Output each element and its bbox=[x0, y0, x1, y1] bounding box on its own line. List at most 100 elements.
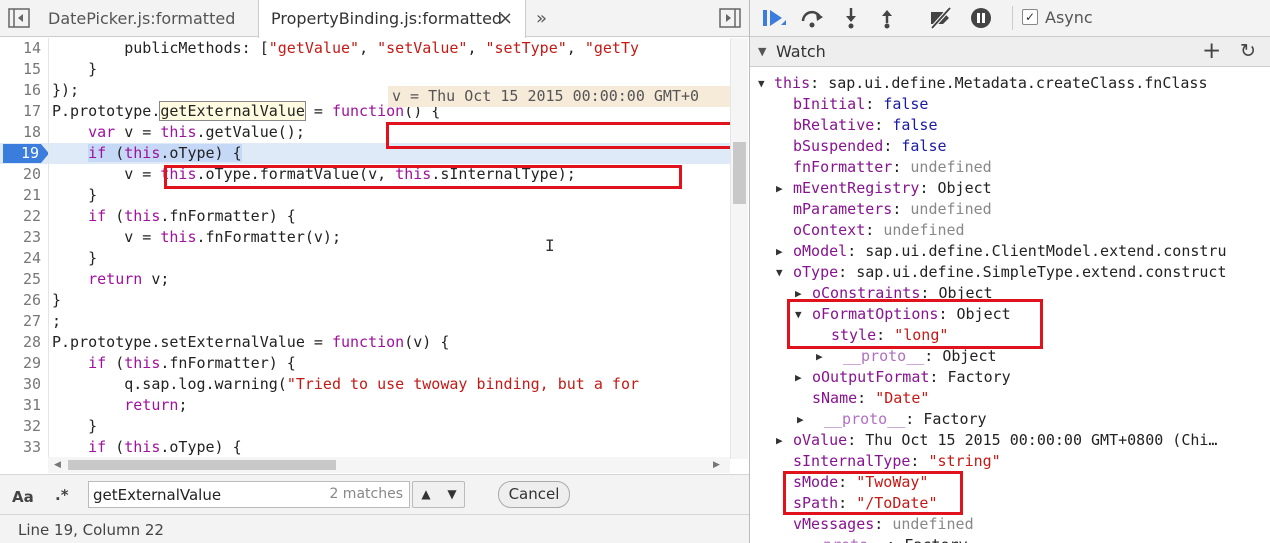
watch-tree-row[interactable]: ▼ oFormatOptions: Object bbox=[750, 304, 1270, 325]
code-line[interactable]: 22 if (this.fnFormatter) { bbox=[0, 206, 730, 227]
code-line[interactable]: 31 return; bbox=[0, 395, 730, 416]
line-number[interactable]: 25 bbox=[0, 269, 41, 290]
collapsed-triangle-icon[interactable]: ▶ bbox=[795, 283, 802, 304]
line-number[interactable]: 15 bbox=[0, 59, 41, 80]
expanded-triangle-icon[interactable]: ▼ bbox=[795, 304, 802, 325]
watch-tree-row[interactable]: ▶ __proto__: Factory bbox=[750, 535, 1270, 543]
watch-tree-row[interactable]: sInternalType: "string" bbox=[750, 451, 1270, 472]
code-line[interactable]: 20 v = this.oType.formatValue(v, this.sI… bbox=[0, 164, 730, 185]
watch-tree-row[interactable]: ▼ this: sap.ui.define.Metadata.createClas… bbox=[750, 73, 1270, 94]
watch-tree-row[interactable]: sName: "Date" bbox=[750, 388, 1270, 409]
next-match-button[interactable]: ▼ bbox=[439, 482, 465, 507]
code-line[interactable]: 25 return v; bbox=[0, 269, 730, 290]
step-out-icon[interactable] bbox=[875, 7, 899, 29]
watch-tree-row[interactable]: mParameters: undefined bbox=[750, 199, 1270, 220]
code-line[interactable]: 27; bbox=[0, 311, 730, 332]
line-number[interactable]: 29 bbox=[0, 353, 41, 374]
collapsed-triangle-icon[interactable]: ▶ bbox=[795, 367, 802, 388]
watch-tree-row[interactable]: vMessages: undefined bbox=[750, 514, 1270, 535]
line-number[interactable]: 19 bbox=[0, 143, 39, 164]
watch-tree-row[interactable]: ▶ oModel: sap.ui.define.ClientModel.exten… bbox=[750, 241, 1270, 262]
collapsed-triangle-icon[interactable]: ▶ bbox=[778, 535, 785, 543]
watch-tree-row[interactable]: ▶ oConstraints: Object bbox=[750, 283, 1270, 304]
line-number[interactable]: 31 bbox=[0, 395, 41, 416]
debugger-toggle-icon[interactable] bbox=[719, 8, 741, 28]
collapsed-triangle-icon[interactable]: ▶ bbox=[776, 178, 783, 199]
deactivate-breakpoints-icon[interactable] bbox=[928, 7, 952, 29]
watch-section-header[interactable]: ▼ Watch + ↻ bbox=[750, 37, 1270, 67]
code-line[interactable]: 29 if (this.fnFormatter) { bbox=[0, 353, 730, 374]
cancel-search-button[interactable]: Cancel bbox=[498, 481, 570, 508]
step-over-icon[interactable] bbox=[799, 7, 823, 29]
pause-on-exceptions-icon[interactable] bbox=[969, 7, 993, 29]
expanded-triangle-icon[interactable]: ▼ bbox=[758, 73, 765, 94]
code-line[interactable]: 18 var v = this.getValue(); bbox=[0, 122, 730, 143]
refresh-icon[interactable]: ↻ bbox=[1240, 40, 1256, 62]
line-number[interactable]: 27 bbox=[0, 311, 41, 332]
line-number[interactable]: 32 bbox=[0, 416, 41, 437]
code-line[interactable]: 24 } bbox=[0, 248, 730, 269]
watch-tree-row[interactable]: ▶ __proto__: Object bbox=[750, 346, 1270, 367]
horizontal-scroll-thumb[interactable] bbox=[68, 460, 336, 470]
code-line[interactable]: 23 v = this.fnFormatter(v); bbox=[0, 227, 730, 248]
watch-tree-row[interactable]: bRelative: false bbox=[750, 115, 1270, 136]
add-watch-icon[interactable]: + bbox=[1202, 38, 1221, 64]
line-number[interactable]: 28 bbox=[0, 332, 41, 353]
match-case-toggle[interactable]: Aa bbox=[12, 488, 34, 506]
line-number[interactable]: 30 bbox=[0, 374, 41, 395]
watch-tree-row[interactable]: fnFormatter: undefined bbox=[750, 157, 1270, 178]
collapse-triangle-icon[interactable]: ▼ bbox=[758, 45, 766, 58]
watch-tree-row[interactable]: ▶ oValue: Thu Oct 15 2015 00:00:00 GMT+08… bbox=[750, 430, 1270, 451]
code-line[interactable]: 19 if (this.oType) { bbox=[0, 143, 730, 164]
horizontal-scrollbar[interactable]: ◀ ▶ bbox=[48, 457, 730, 473]
code-line[interactable]: 14 publicMethods: ["getValue", "setValue… bbox=[0, 38, 730, 59]
watch-tree-row[interactable]: ▼ oType: sap.ui.define.SimpleType.extend.… bbox=[750, 262, 1270, 283]
expanded-triangle-icon[interactable]: ▼ bbox=[776, 262, 783, 283]
line-number[interactable]: 21 bbox=[0, 185, 41, 206]
line-number[interactable]: 33 bbox=[0, 437, 41, 458]
line-number[interactable]: 24 bbox=[0, 248, 41, 269]
line-number[interactable]: 22 bbox=[0, 206, 41, 227]
code-line[interactable]: 26} bbox=[0, 290, 730, 311]
code-line[interactable]: 28 P.prototype.setExternalValue = functio… bbox=[0, 332, 730, 353]
async-checkbox[interactable]: ✓ bbox=[1022, 9, 1038, 25]
code-line[interactable]: 32 } bbox=[0, 416, 730, 437]
watch-tree-row[interactable]: sMode: "TwoWay" bbox=[750, 472, 1270, 493]
search-input[interactable] bbox=[89, 482, 319, 507]
watch-tree-row[interactable]: ▶ oOutputFormat: Factory bbox=[750, 367, 1270, 388]
watch-tree-row[interactable]: bInitial: false bbox=[750, 94, 1270, 115]
code-line[interactable]: 15 } bbox=[0, 59, 730, 80]
watch-tree-row[interactable]: ▶ __proto__: Factory bbox=[750, 409, 1270, 430]
code-line[interactable]: 30 q.sap.log.warning("Tried to use twowa… bbox=[0, 374, 730, 395]
tab-datepicker[interactable]: DatePicker.js:formatted bbox=[36, 0, 258, 37]
collapsed-triangle-icon[interactable]: ▶ bbox=[776, 430, 783, 451]
code-line[interactable]: 33 if (this.oType) { bbox=[0, 437, 730, 458]
scroll-left-icon[interactable]: ◀ bbox=[54, 457, 61, 473]
collapsed-triangle-icon[interactable]: ▶ bbox=[797, 409, 804, 430]
line-number[interactable]: 23 bbox=[0, 227, 41, 248]
watch-tree-row[interactable]: oContext: undefined bbox=[750, 220, 1270, 241]
navigator-toggle-icon[interactable] bbox=[8, 8, 30, 28]
vertical-scroll-thumb[interactable] bbox=[733, 142, 746, 204]
code-line[interactable]: 21 } bbox=[0, 185, 730, 206]
line-number[interactable]: 16 bbox=[0, 80, 41, 101]
line-number[interactable]: 17 bbox=[0, 101, 41, 122]
watch-tree-row[interactable]: ▶ mEventRegistry: Object bbox=[750, 178, 1270, 199]
close-tab-icon[interactable]: × bbox=[498, 0, 513, 37]
line-number[interactable]: 14 bbox=[0, 38, 41, 59]
regex-toggle[interactable]: .* bbox=[55, 486, 69, 504]
scroll-right-icon[interactable]: ▶ bbox=[713, 457, 720, 473]
tab-propertybinding[interactable]: PropertyBinding.js:formatted × bbox=[258, 0, 526, 38]
watch-tree-row[interactable]: sPath: "/ToDate" bbox=[750, 493, 1270, 514]
more-tabs-icon[interactable]: » bbox=[536, 0, 547, 37]
watch-tree-row[interactable]: bSuspended: false bbox=[750, 136, 1270, 157]
line-number[interactable]: 26 bbox=[0, 290, 41, 311]
step-into-icon[interactable] bbox=[839, 7, 863, 29]
collapsed-triangle-icon[interactable]: ▶ bbox=[816, 346, 823, 367]
vertical-scrollbar[interactable] bbox=[730, 38, 748, 459]
line-number[interactable]: 20 bbox=[0, 164, 41, 185]
line-number[interactable]: 18 bbox=[0, 122, 41, 143]
resume-icon[interactable] bbox=[761, 7, 786, 29]
collapsed-triangle-icon[interactable]: ▶ bbox=[776, 241, 783, 262]
previous-match-button[interactable]: ▲ bbox=[413, 482, 439, 507]
